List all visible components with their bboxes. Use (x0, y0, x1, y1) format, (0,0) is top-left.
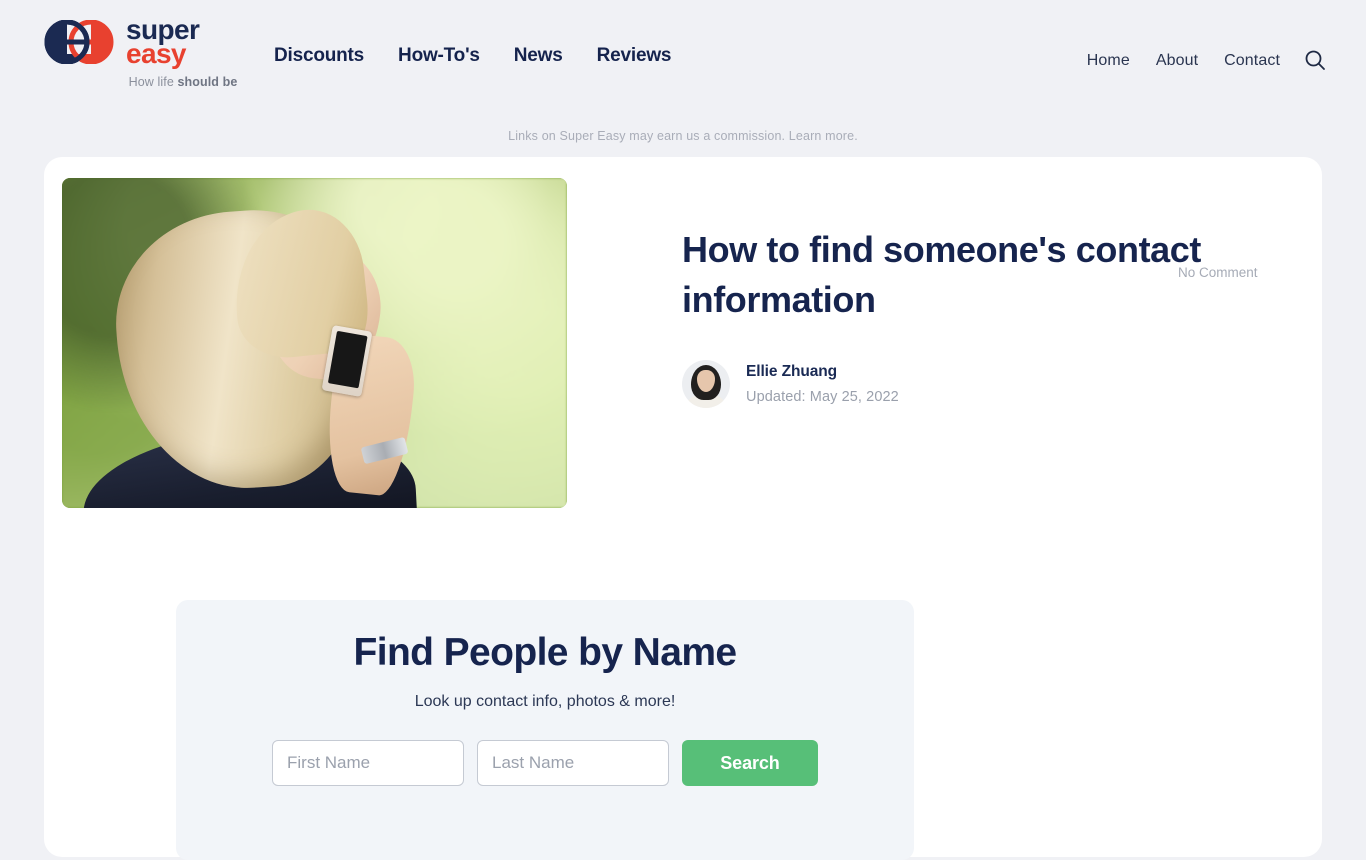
nav-item-contact[interactable]: Contact (1224, 52, 1280, 70)
brand-tagline: How life should be (82, 75, 284, 89)
avatar[interactable] (682, 360, 730, 409)
widget-subtitle: Look up contact info, photos & more! (414, 693, 676, 710)
nav-item-news[interactable]: News (514, 45, 563, 67)
brand-logo[interactable]: super easy How life should be (44, 15, 284, 89)
author-name[interactable]: Ellie Zhuang (746, 363, 899, 381)
nav-item-how-tos[interactable]: How-To's (398, 45, 480, 67)
last-name-input[interactable] (477, 740, 669, 786)
article-header: How to find someone's contact informatio… (682, 225, 1282, 409)
widget-title: Find People by Name (353, 631, 737, 674)
secondary-navigation: Home About Contact (1087, 48, 1328, 74)
site-header: super easy How life should be Discounts … (0, 0, 1366, 112)
search-toggle-button[interactable] (1302, 48, 1328, 74)
brand-wordmark: super easy (126, 15, 200, 70)
brand-name-line2: easy (126, 38, 186, 70)
disclaimer-text: Links on Super Easy may earn us a commis… (508, 129, 786, 143)
affiliate-disclaimer: Links on Super Easy may earn us a commis… (0, 112, 1366, 143)
nav-item-discounts[interactable]: Discounts (274, 45, 364, 67)
article-byline: Ellie Zhuang Updated: May 25, 2022 No Co… (682, 265, 1282, 409)
brand-row: super easy (44, 15, 284, 70)
updated-date: Updated: May 25, 2022 (746, 389, 899, 406)
first-name-input[interactable] (272, 740, 464, 786)
byline-text: Ellie Zhuang Updated: May 25, 2022 (746, 363, 899, 405)
find-people-widget: Find People by Name Look up contact info… (176, 600, 914, 860)
article-hero-image (62, 178, 567, 508)
article-card: How to find someone's contact informatio… (44, 157, 1322, 860)
tagline-prefix: How life (128, 75, 178, 90)
primary-navigation: Discounts How-To's News Reviews (274, 45, 671, 67)
search-icon (1304, 49, 1326, 74)
superzeasy-double-e-logo-icon (44, 20, 116, 65)
disclaimer-learn-more-link[interactable]: Learn more. (789, 129, 858, 143)
people-search-form: Search (176, 740, 914, 786)
tagline-bold: should be (177, 75, 238, 90)
nav-item-reviews[interactable]: Reviews (597, 45, 672, 67)
people-search-button[interactable]: Search (682, 740, 818, 786)
hero-subject-figure (62, 178, 567, 508)
nav-item-home[interactable]: Home (1087, 52, 1130, 70)
nav-item-about[interactable]: About (1156, 52, 1198, 70)
comment-count[interactable]: No Comment (1178, 265, 1258, 280)
